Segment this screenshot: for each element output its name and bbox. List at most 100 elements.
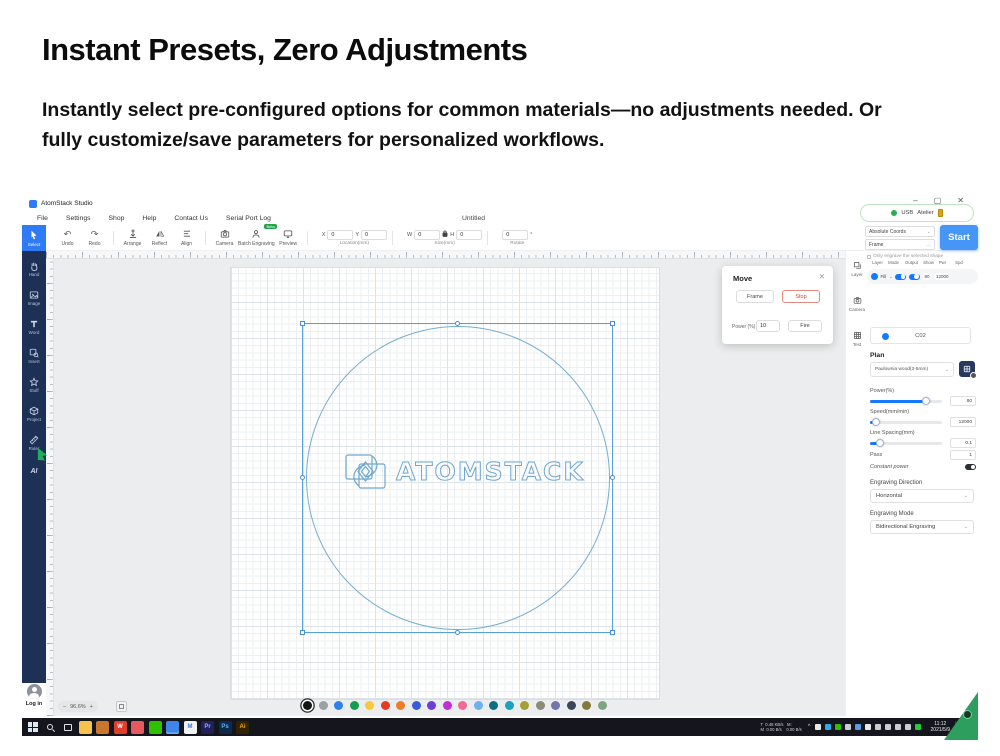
output-toggle[interactable] — [895, 274, 906, 280]
close-icon[interactable]: ✕ — [819, 272, 825, 281]
palette-color-4[interactable] — [350, 701, 359, 710]
palette-color-13[interactable] — [489, 701, 498, 710]
engraving-direction-select[interactable]: Horizontal ⌄ — [870, 489, 974, 503]
panel-tab-camera[interactable]: Camera — [846, 290, 868, 325]
lock-ratio-icon[interactable] — [442, 230, 448, 239]
sidebar-item-select[interactable]: Select — [22, 225, 46, 251]
toolbar-redo-button[interactable]: ↷Redo — [81, 226, 108, 250]
frame-select[interactable]: Frame … — [865, 239, 935, 250]
device-status-pill[interactable]: USB Atelier — [860, 204, 974, 222]
selection-handle[interactable] — [610, 630, 615, 635]
power-slider[interactable] — [870, 400, 942, 403]
fire-button[interactable]: Fire — [788, 320, 822, 332]
toolbar-align-button[interactable]: Align — [173, 226, 200, 250]
palette-color-1[interactable] — [303, 701, 312, 710]
palette-color-15[interactable] — [520, 701, 529, 710]
stop-button[interactable]: Stop — [782, 290, 820, 303]
palette-color-3[interactable] — [334, 701, 343, 710]
panel-tab-test[interactable]: Test — [846, 325, 868, 360]
zoom-out-button[interactable]: – — [63, 704, 66, 710]
login-button[interactable]: Log in — [26, 701, 43, 707]
palette-color-2[interactable] — [319, 701, 328, 710]
material-preset-select[interactable]: Paulownia wood(3-5mm) ⌄ — [870, 362, 954, 377]
fit-view-button[interactable] — [116, 701, 127, 712]
line-spacing-slider[interactable] — [870, 442, 942, 445]
selection-handle[interactable] — [300, 630, 305, 635]
start-button[interactable] — [26, 721, 39, 734]
toolbar-preview-button[interactable]: Preview — [275, 226, 302, 250]
coords-mode-select[interactable]: Absolute Coords ⌄ — [865, 226, 935, 237]
pass-input[interactable]: 1 — [950, 450, 976, 460]
palette-color-6[interactable] — [381, 701, 390, 710]
network-icon[interactable] — [895, 724, 901, 730]
selection-handle[interactable] — [300, 321, 305, 326]
layer-name-box[interactable]: C02 — [870, 327, 971, 344]
layer-mode-select[interactable]: Fill — [881, 274, 887, 279]
frame-button[interactable]: Frame — [736, 290, 774, 303]
power-input[interactable]: 80 — [950, 396, 976, 406]
constant-power-toggle[interactable] — [965, 464, 976, 470]
palette-color-16[interactable] — [536, 701, 545, 710]
photoshop[interactable]: Ps — [219, 721, 232, 734]
telegram-icon[interactable] — [825, 724, 831, 730]
palette-color-14[interactable] — [505, 701, 514, 710]
toolbar-reflect-button[interactable]: Reflect — [146, 226, 173, 250]
selection-handle[interactable] — [455, 630, 460, 635]
speed-input[interactable]: 12000 — [950, 417, 976, 427]
speed-slider[interactable] — [870, 421, 942, 424]
layer-row[interactable]: Fill ⌄ 80 12000 — [867, 269, 978, 284]
material-library-button[interactable] — [959, 361, 975, 377]
menu-help[interactable]: Help — [133, 214, 165, 223]
wechat-tray-icon[interactable] — [835, 724, 841, 730]
height-input[interactable]: 0 — [456, 230, 482, 240]
toolbar-camera-button[interactable]: Camera — [211, 226, 238, 250]
toolbar-undo-button[interactable]: ↶Undo — [54, 226, 81, 250]
atomstack-logo-text[interactable]: ATOMSTACK — [396, 457, 585, 486]
volume-icon[interactable] — [885, 724, 891, 730]
selection-handle[interactable] — [455, 321, 460, 326]
layer-speed-value[interactable]: 12000 — [934, 273, 951, 280]
premiere[interactable]: Pr — [201, 721, 214, 734]
palette-color-19[interactable] — [582, 701, 591, 710]
palette-color-11[interactable] — [458, 701, 467, 710]
panel-tab-layer[interactable]: Layer — [846, 255, 868, 290]
microphone-icon[interactable] — [815, 724, 821, 730]
illustrator[interactable]: Ai — [236, 721, 249, 734]
palette-color-10[interactable] — [443, 701, 452, 710]
zoom-control[interactable]: – 96.6% + — [58, 701, 98, 712]
rotate-input[interactable]: 0 — [502, 230, 528, 240]
menu-serial-port-log[interactable]: Serial Port Log — [217, 214, 280, 223]
menu-contact-us[interactable]: Contact Us — [165, 214, 217, 223]
palette-color-9[interactable] — [427, 701, 436, 710]
show-toggle[interactable] — [909, 274, 920, 280]
palette-color-12[interactable] — [474, 701, 483, 710]
file-explorer[interactable] — [79, 721, 92, 734]
zoom-in-button[interactable]: + — [90, 704, 93, 710]
window-icon[interactable] — [865, 724, 871, 730]
sidebar-item-word[interactable]: Word — [22, 312, 46, 341]
layer-power-value[interactable]: 80 — [922, 273, 931, 280]
toolbar-arrange-button[interactable]: Arrange — [119, 226, 146, 250]
task-view-button[interactable] — [61, 721, 74, 734]
engrave-selected-checkbox[interactable]: Only engrave the selected shape — [867, 254, 943, 259]
photos-app[interactable] — [131, 721, 144, 734]
menu-file[interactable]: File — [28, 214, 57, 223]
layer-color-icon[interactable] — [871, 273, 878, 280]
y-input[interactable]: 0 — [361, 230, 387, 240]
menu-shop[interactable]: Shop — [100, 214, 134, 223]
globe-icon[interactable] — [905, 724, 911, 730]
width-input[interactable]: 0 — [414, 230, 440, 240]
selection-handle[interactable] — [610, 321, 615, 326]
search-button[interactable] — [44, 721, 57, 734]
avatar[interactable] — [27, 684, 42, 699]
sidebar-item-image[interactable]: Image — [22, 283, 46, 312]
toolbar-batch-engraving-button[interactable]: BetaBatch Engraving — [238, 226, 275, 250]
magnifier-icon[interactable] — [845, 724, 851, 730]
atomstack-studio[interactable] — [166, 721, 179, 734]
wps-office[interactable]: W — [114, 721, 127, 734]
sidebar-item-project[interactable]: Project — [22, 399, 46, 428]
bluetooth-icon[interactable] — [855, 724, 861, 730]
sidebar-item-insert[interactable]: Insert — [22, 341, 46, 370]
sidebar-item-stuff[interactable]: Stuff — [22, 370, 46, 399]
green-status-icon[interactable] — [915, 724, 921, 730]
